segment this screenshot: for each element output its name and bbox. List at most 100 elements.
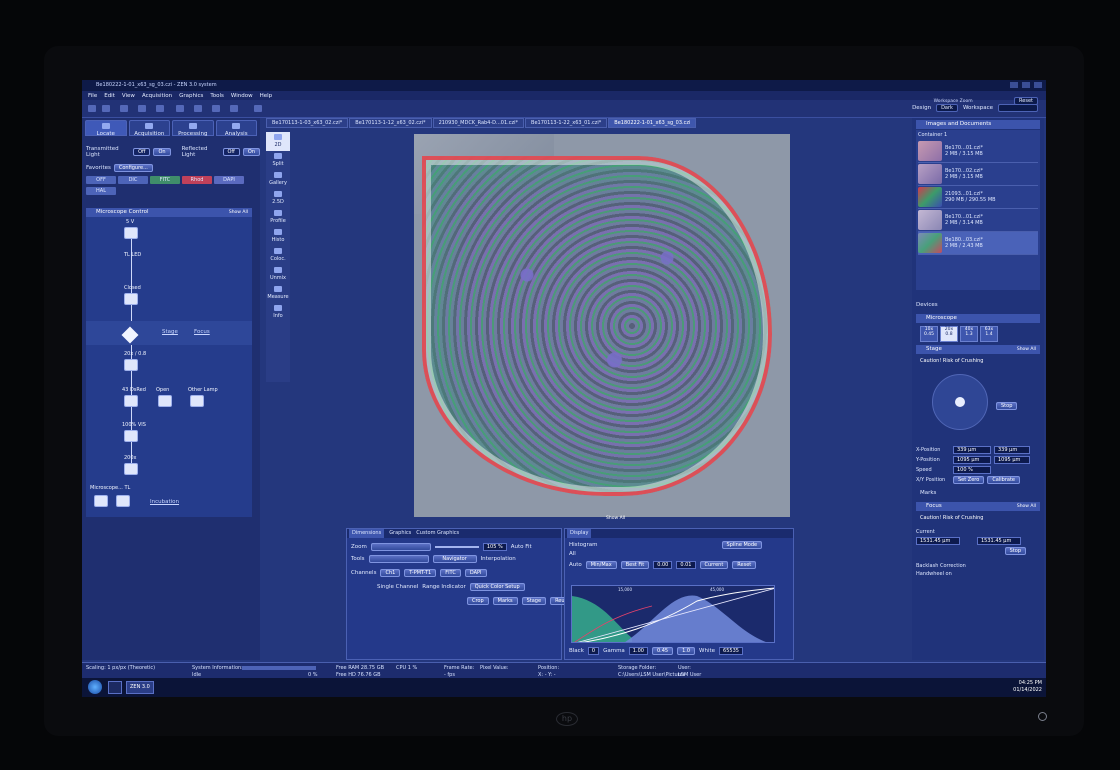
- devices-label[interactable]: Devices: [916, 302, 1040, 308]
- spline-mode-button[interactable]: Spline Mode: [721, 541, 763, 549]
- reset-button[interactable]: Reset: [732, 561, 757, 569]
- menu-file[interactable]: File: [88, 93, 97, 99]
- snap-icon[interactable]: [120, 105, 128, 112]
- explorer-icon[interactable]: [108, 681, 122, 694]
- view-tab-2d[interactable]: 2D: [266, 132, 290, 151]
- channel-off-button[interactable]: OFF: [86, 176, 116, 184]
- zen-taskbar-button[interactable]: ZEN 3.0: [126, 681, 154, 694]
- monitor-icon[interactable]: [254, 105, 262, 112]
- maximize-icon[interactable]: [1022, 82, 1030, 88]
- list-item[interactable]: Be170...01.czi* 2 MB / 3.15 MB: [918, 140, 1038, 163]
- reflected-off-button[interactable]: Off: [222, 148, 240, 156]
- marks-button[interactable]: Marks: [492, 597, 518, 605]
- start-button-icon[interactable]: [88, 680, 102, 694]
- doc-tab-4[interactable]: Be170113-1-22_x63_01.czi*: [525, 118, 608, 128]
- gamma-field[interactable]: 1.00: [628, 647, 648, 655]
- tool-buttons[interactable]: [368, 555, 429, 563]
- minmax-button[interactable]: Min/Max: [585, 561, 617, 569]
- transmitted-on-button[interactable]: On: [153, 148, 171, 156]
- design-select[interactable]: Dark: [936, 104, 958, 112]
- tab-acquisition[interactable]: Acquisition: [128, 120, 170, 137]
- minus-icon[interactable]: [212, 105, 220, 112]
- view-tab-coloc[interactable]: Coloc.: [266, 246, 290, 265]
- minimize-icon[interactable]: [1010, 82, 1018, 88]
- view-tab-2-5d[interactable]: 2.5D: [266, 189, 290, 208]
- list-item[interactable]: 21093...01.czi* 290 MB / 290.55 MB: [918, 186, 1038, 209]
- stage-header[interactable]: Stage Show All: [916, 345, 1040, 354]
- histogram-plot[interactable]: 15,000 45,000: [571, 585, 775, 643]
- focus-target-field[interactable]: 1531.45 µm: [977, 537, 1021, 545]
- live-icon[interactable]: [138, 105, 146, 112]
- tab-processing[interactable]: Processing: [172, 120, 214, 137]
- tab-graphics[interactable]: Graphics: [389, 529, 411, 538]
- doc-tab-2[interactable]: Be170113-1-12_x63_02.czi*: [349, 118, 432, 128]
- menu-graphics[interactable]: Graphics: [179, 93, 203, 99]
- channel-hal-button[interactable]: HAL: [86, 187, 116, 195]
- current-select[interactable]: Current: [699, 561, 729, 569]
- channel-fitc-button[interactable]: FITC: [150, 176, 180, 184]
- black-field[interactable]: 0: [587, 647, 600, 655]
- bestfit-low-field[interactable]: 0.00: [653, 561, 673, 569]
- white-field[interactable]: 65535: [719, 647, 743, 655]
- view-tab-split[interactable]: Split: [266, 151, 290, 170]
- list-item[interactable]: Be180...03.czi* 2 MB / 2.43 MB: [918, 232, 1038, 255]
- channel-dapi-button[interactable]: DAPI: [214, 176, 244, 184]
- zoom-field[interactable]: 105 %: [482, 543, 507, 551]
- power-button-icon[interactable]: [1038, 712, 1047, 721]
- focus-header[interactable]: Focus Show All: [916, 502, 1040, 511]
- incubation-link[interactable]: Incubation: [150, 499, 179, 505]
- stage-button[interactable]: Stage: [521, 597, 547, 605]
- focus-show-all-toggle[interactable]: Show All: [1017, 502, 1036, 511]
- channel-rhod-button[interactable]: Rhod: [182, 176, 212, 184]
- tab-locate[interactable]: Locate: [85, 120, 127, 137]
- doc-tab-1[interactable]: Be170113-1-03_x63_02.czi*: [266, 118, 349, 128]
- channel-dic-button[interactable]: DIC: [118, 176, 148, 184]
- transmitted-off-button[interactable]: Off: [133, 148, 151, 156]
- shutter-node[interactable]: [124, 293, 138, 305]
- tab-display[interactable]: Display: [567, 529, 592, 538]
- layout-icon[interactable]: [230, 105, 238, 112]
- focus-current-field[interactable]: 1531.45 µm: [916, 537, 960, 545]
- bestfit-button[interactable]: Best Fit: [620, 561, 650, 569]
- menu-help[interactable]: Help: [260, 93, 273, 99]
- navigator-button[interactable]: Navigator: [432, 555, 477, 563]
- stop-icon[interactable]: [176, 105, 184, 112]
- backlash-checkbox[interactable]: Backlash Correction: [916, 563, 966, 569]
- crop-button[interactable]: Crop: [467, 597, 489, 605]
- speed-field[interactable]: 100 %: [953, 466, 991, 474]
- autofit-checkbox[interactable]: Auto Fit: [511, 544, 532, 550]
- view-tab-gallery[interactable]: Gallery: [266, 170, 290, 189]
- ch1-button[interactable]: Ch1: [380, 569, 401, 577]
- tab-analysis[interactable]: Analysis: [215, 120, 257, 137]
- mc-show-all-toggle[interactable]: Show All: [229, 208, 248, 217]
- settings-icon[interactable]: [194, 105, 202, 112]
- zoom-buttons[interactable]: [370, 543, 431, 551]
- menu-window[interactable]: Window: [231, 93, 253, 99]
- reflector-node[interactable]: [124, 395, 138, 407]
- zoom-slider[interactable]: [434, 546, 479, 548]
- view-tab-info[interactable]: Info: [266, 303, 290, 322]
- x-position-field[interactable]: 339 µm: [953, 446, 991, 454]
- view-tab-measure[interactable]: Measure: [266, 284, 290, 303]
- stage-show-all-toggle[interactable]: Show All: [1017, 345, 1036, 354]
- view-tab-histo[interactable]: Histo: [266, 227, 290, 246]
- rl-shutter-node[interactable]: [158, 395, 172, 407]
- focus-link[interactable]: Focus: [194, 329, 210, 335]
- images-documents-header[interactable]: Images and Documents: [916, 120, 1040, 129]
- interpolation-checkbox[interactable]: Interpolation: [481, 556, 516, 562]
- view-tab-unmix[interactable]: Unmix: [266, 265, 290, 284]
- stage-link[interactable]: Stage: [162, 329, 178, 335]
- marks-section[interactable]: Marks: [920, 490, 1036, 496]
- menu-view[interactable]: View: [122, 93, 135, 99]
- stage-joystick[interactable]: [932, 374, 988, 430]
- menu-tools[interactable]: Tools: [210, 93, 224, 99]
- quick-color-setup-button[interactable]: Quick Color Setup: [469, 583, 525, 591]
- gamma-10-button[interactable]: 1.0: [677, 647, 696, 655]
- bestfit-high-field[interactable]: 0.01: [676, 561, 696, 569]
- calibrate-button[interactable]: Calibrate: [987, 476, 1020, 484]
- viewer-show-all-toggle[interactable]: Show All: [606, 516, 625, 521]
- list-item[interactable]: Be170...01.czi* 2 MB / 3.14 MB: [918, 209, 1038, 232]
- camera-port-node[interactable]: [124, 430, 138, 442]
- focus-stop-button[interactable]: Stop: [1004, 547, 1026, 555]
- objective-40x-button[interactable]: 40x 1.3: [960, 326, 978, 342]
